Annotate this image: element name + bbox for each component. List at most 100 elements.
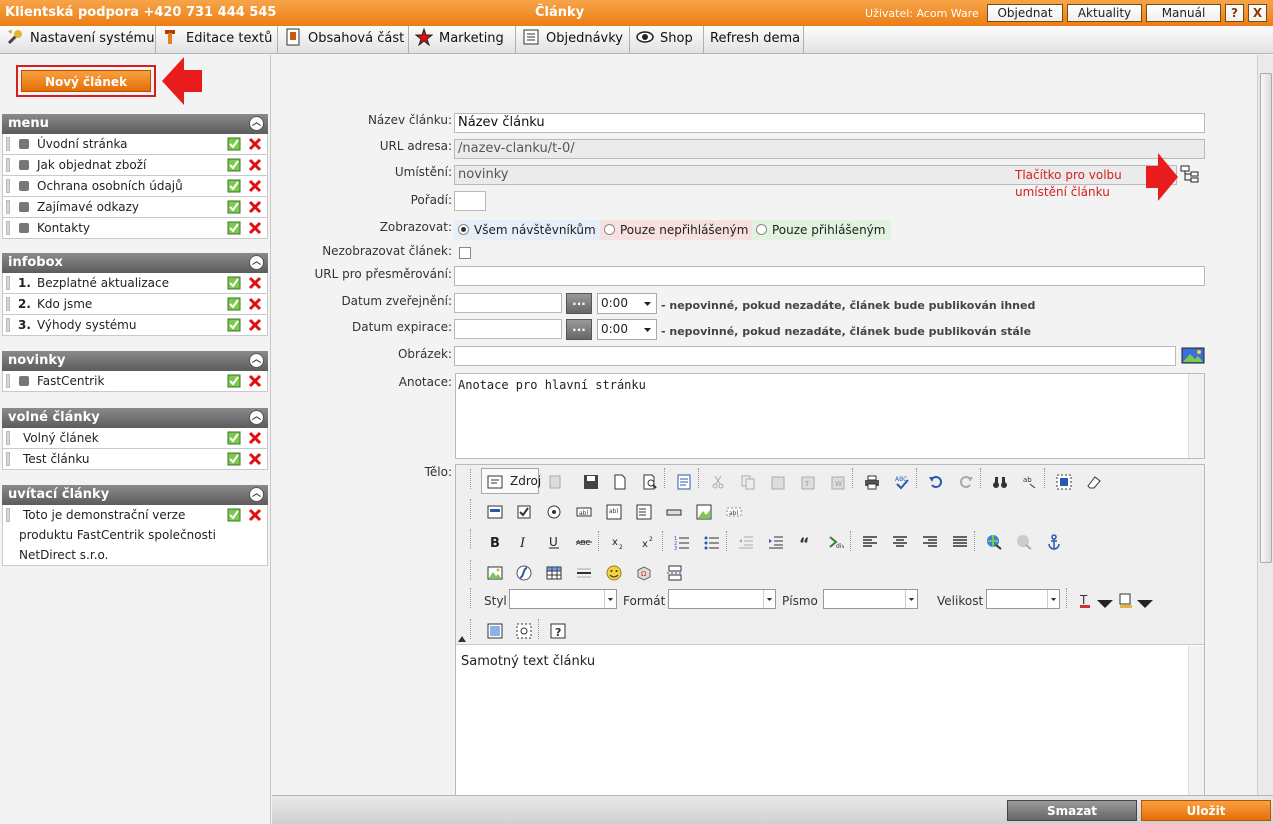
drag-handle[interactable] [6,508,10,522]
cut-button[interactable] [704,468,730,494]
radio-logged-in[interactable]: Pouze přihlášeným [752,220,892,240]
item-label[interactable]: produktu FastCentrik společnosti [19,525,216,545]
about-button[interactable]: ? [544,617,570,643]
collapse-icon[interactable]: ︿ [249,116,264,131]
find-button[interactable] [986,468,1012,494]
item-label[interactable]: NetDirect s.r.o. [19,545,108,565]
menu-text-editing[interactable]: Editace textů [156,26,278,53]
publish-time-select[interactable]: 0:00 [597,293,657,314]
delete-icon[interactable] [248,452,262,466]
blockquote-button[interactable]: “ [792,528,818,554]
indent-button[interactable] [762,528,788,554]
list-item[interactable]: Kontakty [2,218,268,239]
superscript-button[interactable]: x2 [634,528,660,554]
select-all-button[interactable] [1050,468,1076,494]
smiley-button[interactable] [600,559,626,585]
expire-time-select[interactable]: 0:00 [597,319,657,340]
annotation-textarea[interactable]: Anotace pro hlavní stránku [455,373,1205,459]
item-label[interactable]: Zajímavé odkazy [37,197,139,217]
special-char-button[interactable]: Ω [630,559,656,585]
delete-button[interactable]: Smazat [1007,800,1137,821]
drag-handle[interactable] [6,431,10,445]
edit-check-icon[interactable] [227,276,241,290]
align-left-button[interactable] [856,528,882,554]
editor-scrollbar[interactable] [1188,646,1204,798]
item-label[interactable]: Výhody systému [37,315,136,335]
link-button[interactable] [980,528,1006,554]
edit-check-icon[interactable] [227,221,241,235]
bold-button[interactable]: B [481,528,507,554]
hide-article-checkbox[interactable] [459,247,471,259]
image-browse-icon[interactable] [1181,347,1205,364]
drag-handle[interactable] [6,374,10,388]
expire-date-picker-button[interactable]: ... [566,319,592,340]
list-item[interactable]: 3. Výhody systému [2,315,268,336]
expire-date-input[interactable] [454,319,562,339]
paste-text-button[interactable]: T [794,468,820,494]
source-button[interactable]: Zdroj [481,468,541,494]
bullet-list-button[interactable] [698,528,724,554]
edit-check-icon[interactable] [227,374,241,388]
copy-button[interactable] [734,468,760,494]
print-button[interactable] [858,468,884,494]
form-button[interactable] [481,498,507,524]
collapse-icon[interactable]: ︿ [249,353,264,368]
table-button[interactable] [540,559,566,585]
annotation-scrollbar[interactable] [1188,374,1204,458]
redo-button[interactable] [952,468,978,494]
text-field-button[interactable]: abl [570,498,596,524]
outdent-button[interactable] [732,528,758,554]
paste-button[interactable] [764,468,790,494]
list-item[interactable]: Volný článek [2,428,268,449]
size-select[interactable] [986,589,1060,609]
drag-handle[interactable] [6,200,10,214]
news-button[interactable]: Aktuality [1067,4,1142,22]
strikethrough-button[interactable]: ABC [570,528,596,554]
insert-image-button[interactable] [481,559,507,585]
redirect-url-input[interactable] [454,266,1205,286]
edit-check-icon[interactable] [227,200,241,214]
drag-handle[interactable] [6,158,10,172]
drag-handle[interactable] [6,318,10,332]
collapse-toolbar-icon[interactable] [458,636,466,642]
templates-button[interactable] [670,468,696,494]
hidden-field-button[interactable]: abl [720,498,746,524]
align-right-button[interactable] [916,528,942,554]
order-input[interactable] [454,191,486,211]
list-item[interactable]: Úvodní stránka [2,134,268,155]
list-item[interactable]: 1. Bezplatné aktualizace [2,273,268,294]
delete-icon[interactable] [248,200,262,214]
editor-content-area[interactable]: Samotný text článku [456,646,1204,798]
tree-select-icon[interactable] [1180,165,1200,183]
item-label[interactable]: Úvodní stránka [37,134,128,154]
drag-handle[interactable] [6,221,10,235]
edit-check-icon[interactable] [227,297,241,311]
bg-color-button[interactable] [1112,586,1153,612]
publish-date-input[interactable] [454,293,562,313]
edit-check-icon[interactable] [227,318,241,332]
button-tool[interactable] [660,498,686,524]
menu-system-settings[interactable]: Nastavení systému [0,26,156,53]
list-item[interactable]: Test článku [2,449,268,470]
item-label[interactable]: FastCentrik [37,371,104,391]
delete-icon[interactable] [248,158,262,172]
collapse-icon[interactable]: ︿ [249,410,264,425]
paste-word-button[interactable]: W [824,468,850,494]
replace-button[interactable]: ab [1016,468,1042,494]
image-button-tool[interactable] [690,498,716,524]
save-article-button[interactable]: Uložit [1141,800,1271,821]
delete-icon[interactable] [248,276,262,290]
menu-shop[interactable]: Shop [630,26,704,53]
undo-button[interactable] [922,468,948,494]
scrollbar-thumb[interactable] [1260,73,1272,563]
article-name-input[interactable]: Název článku [454,113,1205,133]
drag-handle[interactable] [6,452,10,466]
delete-icon[interactable] [248,431,262,445]
image-input[interactable] [454,346,1176,366]
item-label[interactable]: Jak objednat zboží [37,155,146,175]
drag-handle[interactable] [6,137,10,151]
delete-icon[interactable] [248,508,262,522]
manual-button[interactable]: Manuál [1146,4,1221,22]
delete-icon[interactable] [248,318,262,332]
menu-content[interactable]: Obsahová část [278,26,409,53]
